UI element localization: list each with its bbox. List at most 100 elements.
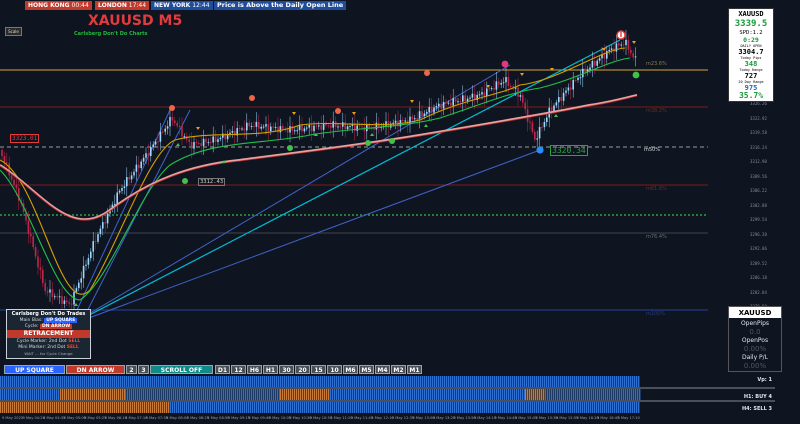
strength-bar [296, 376, 298, 387]
strength-bar [424, 389, 426, 400]
strength-bar [430, 376, 432, 387]
strength-bar [348, 376, 350, 387]
strength-bar [561, 389, 563, 400]
strength-bar [160, 402, 162, 413]
candle-body [608, 49, 610, 52]
strength-bar [562, 376, 564, 387]
cp-main-bias: Main Bias: UP SQUARE [7, 318, 90, 323]
strength-bar [156, 402, 158, 413]
dn-arrow-button[interactable]: DN ARROW [66, 365, 125, 374]
strength-bar [626, 376, 628, 387]
timeframe-button-15[interactable]: 15 [311, 365, 326, 374]
timeframe-button-20[interactable]: 20 [295, 365, 310, 374]
strength-bar [6, 389, 8, 400]
timeframe-button-10[interactable]: 10 [327, 365, 342, 374]
strength-bar [390, 376, 392, 387]
scroll-toggle-button[interactable]: SCROLL OFF [150, 365, 213, 374]
price-axis-label: 3319.58 [750, 130, 767, 135]
price-axis-label: 3309.56 [750, 173, 767, 179]
candle-body [66, 300, 68, 303]
strength-bar [137, 389, 139, 400]
candle-body [337, 126, 339, 128]
timeframe-button-m1[interactable]: M1 [407, 365, 422, 374]
strength-bar [598, 402, 600, 413]
strength-bar [362, 402, 364, 413]
candle-body [486, 88, 488, 97]
timeframe-button-m5[interactable]: M5 [359, 365, 374, 374]
strength-bar [234, 376, 236, 387]
candle-body [229, 132, 231, 134]
candle-body [267, 124, 270, 132]
timeframe-button-m4[interactable]: M4 [375, 365, 390, 374]
strength-bar [304, 402, 306, 413]
strength-bar [552, 376, 554, 387]
timeframe-button-12[interactable]: 12 [231, 365, 246, 374]
num-3-button[interactable]: 3 [138, 365, 149, 374]
candle-body [126, 177, 128, 187]
candle-body [289, 126, 291, 133]
candle-body [30, 233, 32, 237]
cp-cycle: Cycle: DN ARROW [7, 324, 90, 329]
price-chart[interactable] [0, 0, 800, 424]
strength-bar [420, 402, 422, 413]
strength-bar [226, 402, 228, 413]
strength-bar [189, 389, 191, 400]
strength-bar [206, 402, 208, 413]
strength-bar [217, 389, 219, 400]
info-daily-open: 3304.7 [738, 48, 764, 56]
candle-body [75, 288, 78, 292]
timeframe-button-m2[interactable]: M2 [391, 365, 406, 374]
price-axis-label: 3302.88 [750, 202, 767, 208]
candle-body [620, 44, 622, 46]
strength-bar [155, 389, 157, 400]
strength-bar [370, 389, 372, 400]
strength-bar [478, 402, 480, 413]
strength-bar [38, 376, 40, 387]
strength-bar [42, 376, 44, 387]
price-axis-label: 3296.20 [750, 231, 767, 237]
strength-bar [470, 376, 472, 387]
candle-body [454, 98, 457, 102]
strength-bar [183, 389, 185, 400]
candle-body [193, 142, 195, 149]
strength-bar [636, 376, 638, 387]
strength-bar [34, 402, 36, 413]
strength-bar [624, 376, 626, 387]
timeframe-button-h1[interactable]: H1 [263, 365, 278, 374]
strength-bar [368, 376, 370, 387]
strength-bar [410, 376, 412, 387]
strength-bar [152, 402, 154, 413]
strength-bar [66, 376, 68, 387]
timeframe-button-h6[interactable]: H6 [247, 365, 262, 374]
strength-bar [462, 402, 464, 413]
candle-body [466, 98, 469, 102]
trading-chart-window: HONG KONG 00:44 LONDON 17:44 NEW YORK 12… [0, 0, 800, 424]
strength-bar [191, 389, 193, 400]
time-axis-label: 9 May 16:45 [596, 416, 620, 420]
candle-body [118, 190, 121, 193]
strength-bar [597, 389, 599, 400]
op-open-pips: 0.0 [749, 328, 761, 336]
strength-bar [207, 389, 209, 400]
strength-bar [74, 389, 76, 400]
strength-bar [130, 376, 132, 387]
strength-bar [32, 376, 34, 387]
timeframe-button-d1[interactable]: D1 [215, 365, 230, 374]
strength-bar [56, 389, 58, 400]
timeframe-button-m6[interactable]: M6 [343, 365, 358, 374]
candle-body [356, 125, 358, 131]
strength-bar [180, 376, 182, 387]
strength-bar [154, 402, 156, 413]
strength-bar [146, 402, 148, 413]
up-square-button[interactable]: UP SQUARE [4, 365, 65, 374]
num-2-button[interactable]: 2 [126, 365, 137, 374]
strength-bar [629, 389, 631, 400]
strength-bar [621, 389, 623, 400]
strength-bar [219, 389, 221, 400]
strength-bar [514, 389, 516, 400]
timeframe-button-30[interactable]: 30 [279, 365, 294, 374]
strength-bar [258, 402, 260, 413]
strength-bar [386, 389, 388, 400]
strength-bar [164, 376, 166, 387]
strength-bar [214, 376, 216, 387]
